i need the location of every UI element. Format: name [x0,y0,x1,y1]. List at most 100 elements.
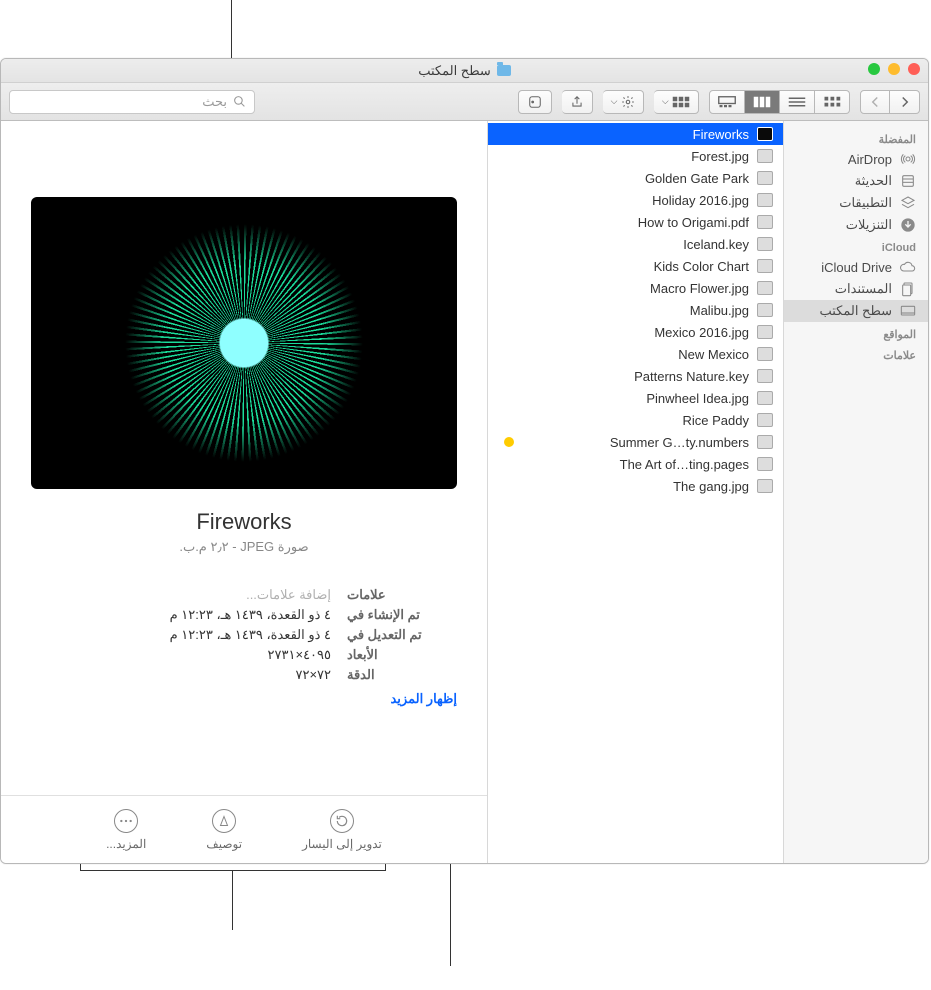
rotate-icon [330,809,354,833]
chevron-down-icon: ⌵ [611,96,618,107]
file-icon [757,149,773,163]
icon-view-button[interactable] [815,90,850,114]
back-button[interactable] [860,90,890,114]
tags-label: علامات [347,587,457,603]
file-row[interactable]: Malibu.jpg [488,299,783,321]
file-row[interactable]: Iceland.key [488,233,783,255]
file-icon [757,259,773,273]
gallery-view-button[interactable] [709,90,745,114]
view-switcher [709,90,850,114]
share-icon [570,94,584,110]
file-row[interactable]: Fireworks [488,123,783,145]
close-button[interactable] [908,63,920,75]
recent-icon [900,173,916,189]
file-name: Kids Color Chart [654,259,749,274]
markup-label: توصيف [206,837,242,851]
rotate-action[interactable]: تدوير إلى اليسار [302,809,382,851]
list-view-button[interactable] [780,90,815,114]
sidebar-item[interactable]: سطح المكتب [784,300,928,322]
sidebar-item-label: المستندات [835,281,892,297]
quick-actions: تدوير إلى اليسار توصيف المزيد... [1,795,487,863]
minimize-button[interactable] [888,63,900,75]
window-title: سطح المكتب [418,63,491,79]
dimensions-label: الأبعاد [347,647,457,663]
downloads-icon [900,217,916,233]
group-icon [672,96,690,108]
file-row[interactable]: Holiday 2016.jpg [488,189,783,211]
airdrop-icon [900,151,916,167]
file-name: New Mexico [678,347,749,362]
sidebar-item[interactable]: التطبيقات [784,192,928,214]
file-name: Forest.jpg [691,149,749,164]
firework-image [124,223,364,463]
sidebar: المفضلةAirDropالحديثةالتطبيقاتالتنزيلاتi… [783,121,928,863]
action-menu-button[interactable]: ⌵ [603,90,644,114]
file-row[interactable]: Rice Paddy [488,409,783,431]
chevron-left-icon [870,96,880,108]
file-icon [757,413,773,427]
file-name: Patterns Nature.key [634,369,749,384]
gallery-icon [718,96,736,108]
file-icon [757,127,773,141]
file-row[interactable]: Summer G…ty.numbers [488,431,783,453]
more-label: المزيد... [106,837,146,851]
file-row[interactable]: Patterns Nature.key [488,365,783,387]
callout-line-bottom [232,870,233,930]
file-name: How to Origami.pdf [638,215,749,230]
file-name: Macro Flower.jpg [650,281,749,296]
file-name: Golden Gate Park [645,171,749,186]
sidebar-item[interactable]: AirDrop [784,148,928,170]
callout-bracket-h [80,870,386,871]
file-row[interactable]: Forest.jpg [488,145,783,167]
file-row[interactable]: The Art of…ting.pages [488,453,783,475]
resolution-label: الدقة [347,667,457,683]
file-name: Summer G…ty.numbers [610,435,749,450]
preview-title: Fireworks [31,509,457,535]
file-icon [757,215,773,229]
apps-icon [900,195,916,211]
share-button[interactable] [562,90,593,114]
file-row[interactable]: Kids Color Chart [488,255,783,277]
sidebar-item[interactable]: المستندات [784,278,928,300]
file-row[interactable]: How to Origami.pdf [488,211,783,233]
preview-thumbnail [31,197,457,489]
column-view-button[interactable] [745,90,780,114]
file-icon [757,457,773,471]
file-icon [757,391,773,405]
sidebar-item-label: التطبيقات [839,195,892,211]
list-icon [788,96,806,108]
file-row[interactable]: Pinwheel Idea.jpg [488,387,783,409]
file-name: The Art of…ting.pages [620,457,749,472]
show-more-link[interactable]: إظهار المزيد [31,685,457,707]
forward-button[interactable] [890,90,920,114]
file-row[interactable]: The gang.jpg [488,475,783,497]
tags-button[interactable] [518,90,552,114]
sidebar-item-label: AirDrop [848,152,892,167]
file-row[interactable]: Golden Gate Park [488,167,783,189]
gear-icon [621,95,635,109]
more-action[interactable]: المزيد... [106,809,146,851]
tag-dot-icon [504,437,514,447]
chevron-right-icon [900,96,910,108]
file-row[interactable]: Mexico 2016.jpg [488,321,783,343]
search-input[interactable]: بحث [9,90,255,114]
sidebar-item[interactable]: التنزيلات [784,214,928,236]
file-name: Holiday 2016.jpg [652,193,749,208]
chevron-down-icon: ⌵ [662,96,669,107]
sidebar-item[interactable]: iCloud Drive [784,256,928,278]
file-row[interactable]: Macro Flower.jpg [488,277,783,299]
file-icon [757,281,773,295]
tags-value[interactable]: إضافة علامات... [31,587,331,603]
markup-action[interactable]: توصيف [206,809,242,851]
file-icon [757,369,773,383]
group-button[interactable]: ⌵ [654,90,699,114]
search-icon [233,95,246,108]
icons-icon [823,96,841,108]
window-body: المفضلةAirDropالحديثةالتطبيقاتالتنزيلاتi… [1,121,928,863]
dimensions-value: ٤٠٩٥×٢٧٣١ [31,647,331,663]
file-icon [757,303,773,317]
file-row[interactable]: New Mexico [488,343,783,365]
zoom-button[interactable] [868,63,880,75]
sidebar-item[interactable]: الحديثة [784,170,928,192]
file-icon [757,325,773,339]
